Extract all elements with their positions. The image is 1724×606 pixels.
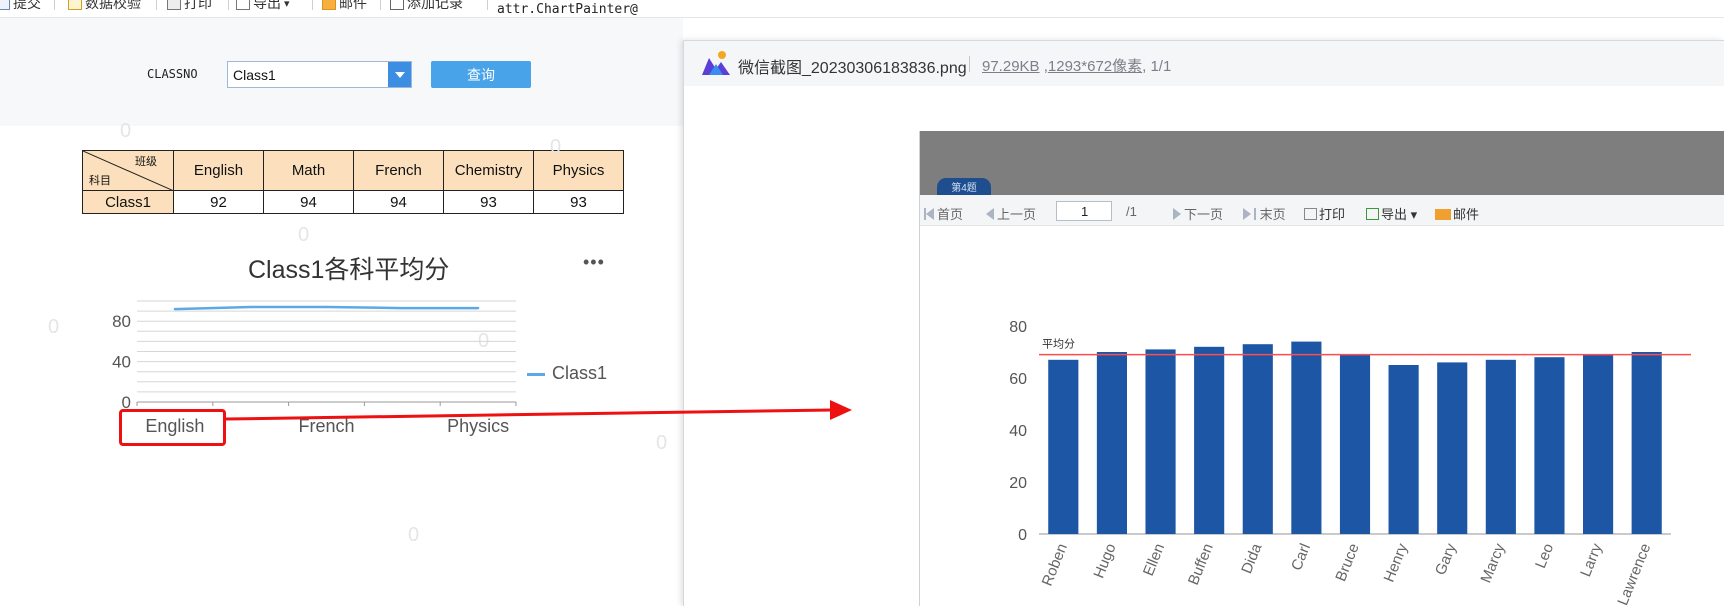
bar — [1339, 354, 1371, 534]
file-info: 97.29KB ,1293*672像素, 1/1 — [982, 55, 1171, 76]
y-tick-label: 0 — [1018, 527, 1027, 544]
x-tick-label: Leo — [1532, 541, 1557, 571]
y-tick-label: 80 — [112, 312, 131, 331]
x-tick-label: Buffen — [1185, 541, 1217, 587]
x-tick-label: Carl — [1288, 541, 1314, 573]
x-tick-label: Bruce — [1332, 541, 1362, 584]
x-tick-label: Marcy — [1477, 541, 1508, 586]
file-size: 97.29KB — [982, 58, 1040, 75]
bar — [1631, 352, 1662, 534]
y-tick-label: 80 — [1009, 319, 1027, 336]
image-dimensions: 1293*672像素 — [1047, 58, 1143, 75]
x-tick-label: Larry — [1577, 541, 1606, 580]
y-tick-label: 20 — [1009, 475, 1027, 492]
y-tick-label: 40 — [1009, 423, 1027, 440]
line-chart: 80400English French Physics — [112, 300, 517, 436]
x-tick-label: Physics — [447, 416, 509, 436]
series-point — [401, 306, 404, 310]
bar — [1583, 354, 1614, 534]
bar — [1388, 365, 1419, 534]
title-separator — [969, 56, 970, 72]
x-tick-label: French — [298, 416, 354, 436]
series-point — [249, 305, 252, 309]
average-line-label: 平均分 — [1042, 338, 1075, 351]
bar — [1096, 352, 1127, 534]
bar — [1437, 362, 1468, 534]
screen: 提交 数据校验 打印 导出 ▾ 邮件 添加记录 attr.ChartPainte — [0, 0, 1724, 606]
x-tick-label: Henry — [1381, 541, 1412, 585]
file-name: 微信截图_20230306183836.png — [738, 60, 967, 77]
x-tick-label: Roben — [1039, 541, 1071, 588]
x-tick-label: Gary — [1432, 541, 1460, 578]
series-point — [325, 305, 328, 309]
image-viewer-icon — [702, 51, 730, 75]
bar — [1291, 341, 1322, 534]
viewer-titlebar: 微信截图_20230306183836.png 97.29KB ,1293*67… — [684, 41, 1724, 86]
legend-label[interactable]: Class1 — [552, 363, 607, 384]
y-tick-label: 60 — [1009, 371, 1027, 388]
page-info: , 1/1 — [1142, 58, 1172, 75]
series-point — [476, 306, 480, 310]
bar — [1145, 349, 1176, 534]
y-tick-label: 40 — [112, 353, 131, 372]
bar — [1242, 344, 1273, 534]
bar — [1534, 357, 1565, 534]
bar — [1485, 359, 1516, 534]
legend-swatch — [527, 373, 545, 376]
x-tick-label: Hugo — [1090, 541, 1119, 581]
image-viewer-window: 微信截图_20230306183836.png 97.29KB ,1293*67… — [683, 40, 1724, 606]
bar — [1048, 359, 1079, 534]
x-tick-label: Lawrence — [1614, 541, 1654, 606]
bar-chart: 80 60 40 20 0 Roben Hugo Ellen Buffen Dida Carl Bru… — [1009, 319, 1691, 606]
x-tick-label: Ellen — [1140, 541, 1168, 578]
watermark: 0 — [408, 524, 420, 546]
screenshot-image: 第4题 首页 上一页 1 /1 下一页 末页 打印 导出 ▾ 邮件 80 60 40… — [919, 131, 1724, 606]
highlight-box — [119, 409, 226, 446]
series-point — [173, 307, 177, 311]
bar — [1194, 346, 1225, 534]
x-tick-label: Dida — [1238, 541, 1266, 577]
